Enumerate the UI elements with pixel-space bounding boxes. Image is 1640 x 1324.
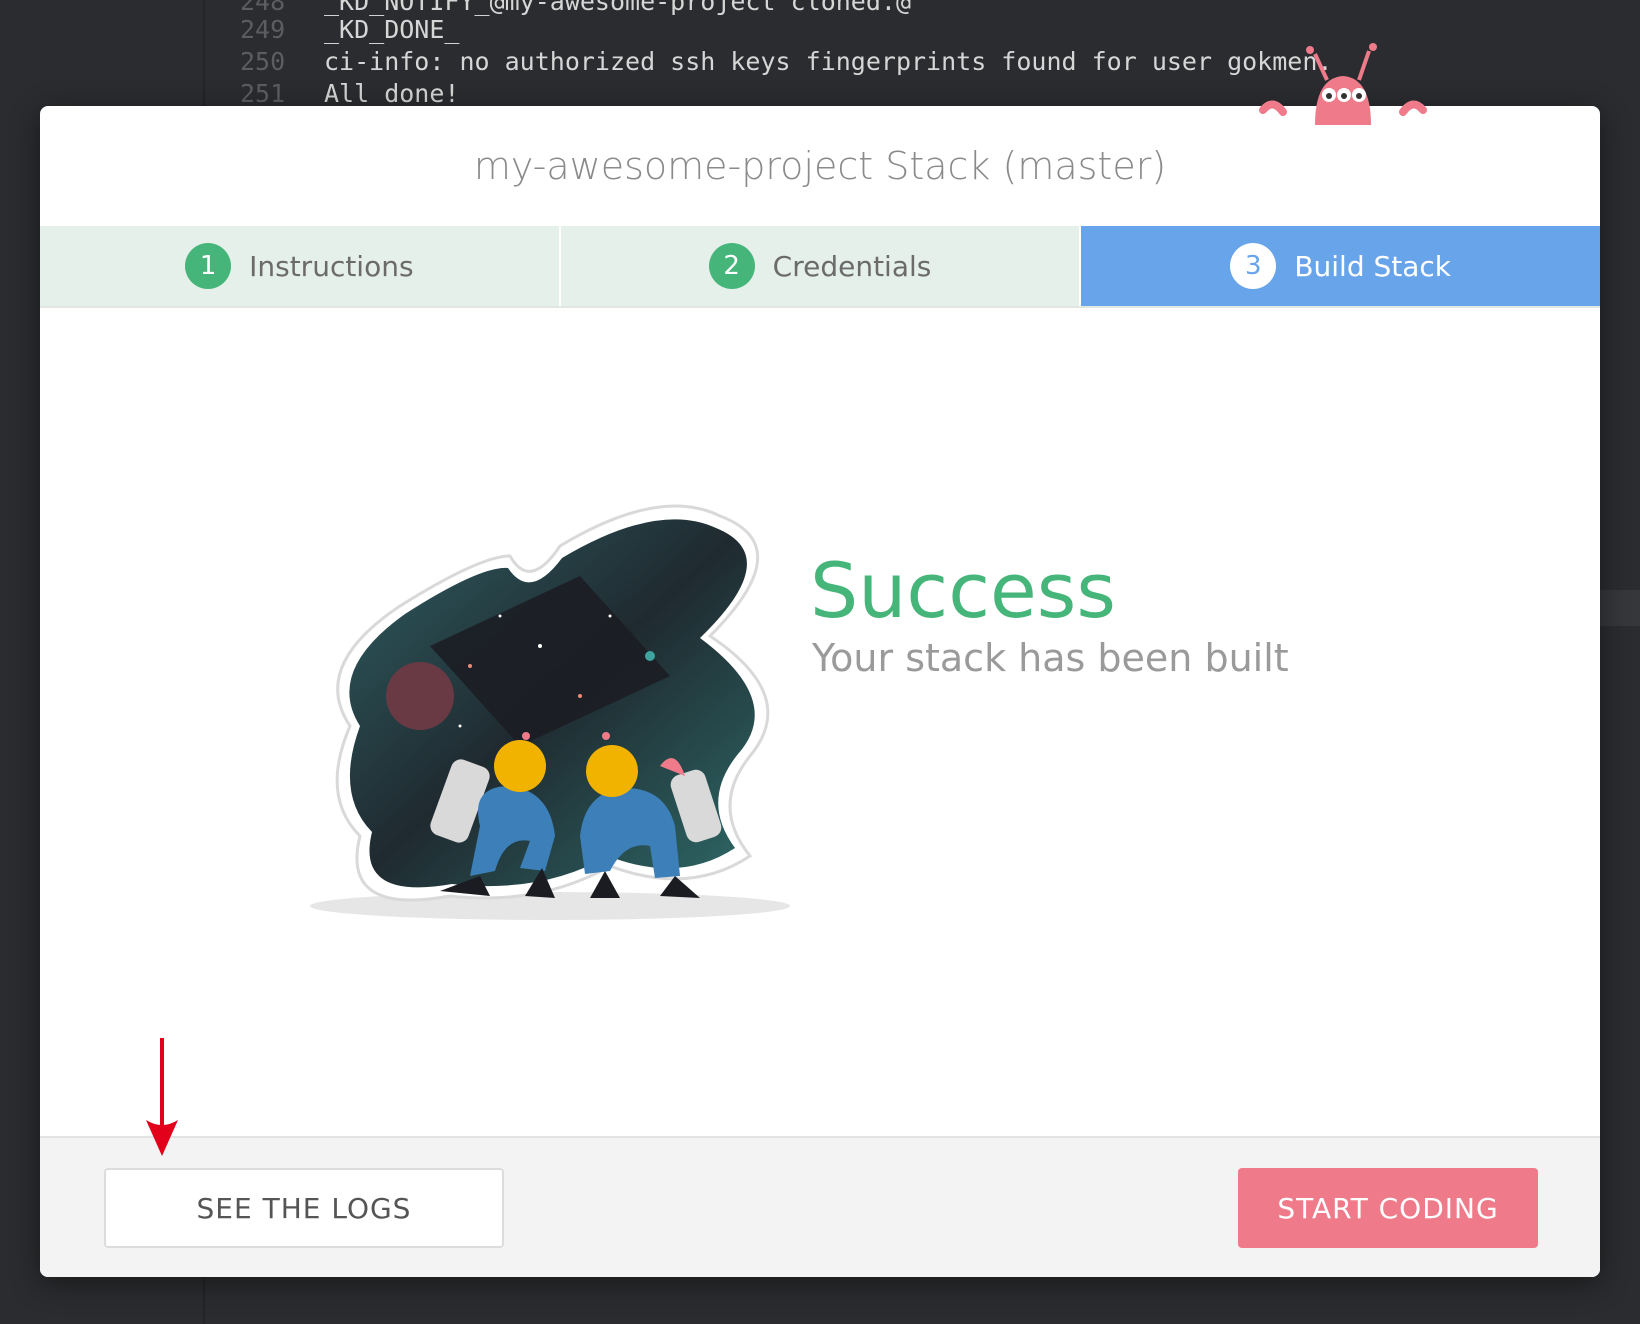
step-label: Build Stack [1294, 249, 1452, 283]
astronauts-illustration [310, 504, 790, 920]
step-instructions[interactable]: 1 Instructions [40, 226, 561, 306]
step-credentials[interactable]: 2 Credentials [560, 226, 1082, 306]
line-text: ci-info: no authorized ssh keys fingerpr… [324, 47, 1333, 76]
terminal-line: 249 _KD_DONE_ [240, 14, 459, 46]
success-title: Success [810, 546, 1116, 635]
step-number-badge: 3 [1230, 243, 1277, 289]
red-down-arrow-annotation-icon [146, 1038, 178, 1156]
terminal-side-tab [1600, 590, 1640, 626]
step-build-stack[interactable]: 3 Build Stack [1081, 226, 1600, 306]
step-number-badge: 2 [708, 243, 755, 289]
step-number-badge: 1 [185, 243, 232, 289]
success-subtitle: Your stack has been built [812, 636, 1289, 680]
start-coding-button[interactable]: START CODING [1238, 1168, 1538, 1248]
see-logs-button[interactable]: SEE THE LOGS [104, 1168, 504, 1248]
wizard-steps: 1 Instructions 2 Credentials 3 Build Sta… [40, 226, 1600, 308]
build-stack-modal: my-awesome-project Stack (master) 1 Inst… [40, 106, 1600, 1277]
alien-mascot-icon [1259, 43, 1427, 125]
line-number: 250 [240, 47, 286, 76]
line-text: _KD_DONE_ [324, 15, 460, 44]
line-text: All done! [324, 79, 460, 108]
terminal-line: 250 ci-info: no authorized ssh keys finge… [240, 46, 1332, 78]
modal-footer: SEE THE LOGS START CODING [40, 1136, 1600, 1277]
step-label: Credentials [772, 249, 932, 283]
line-number: 249 [240, 15, 286, 44]
step-label: Instructions [249, 249, 414, 283]
